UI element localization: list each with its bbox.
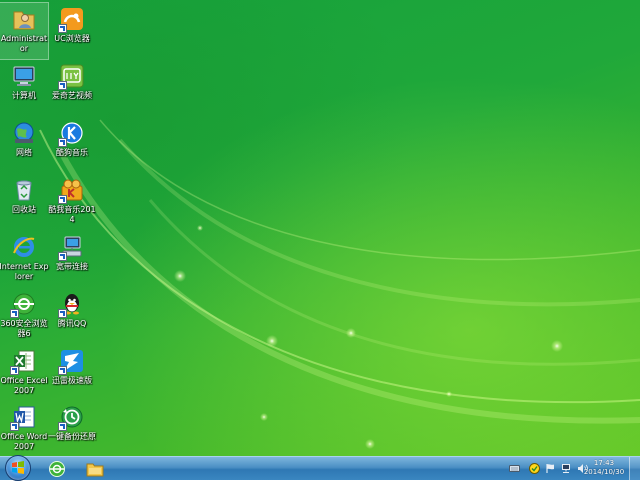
desktop-icon-backup-restore[interactable]: 一键备份还原 xyxy=(48,401,96,456)
desktop-icon-broadband[interactable]: 宽带连接 xyxy=(48,231,96,287)
desktop-icon-label: 一键备份还原 xyxy=(48,432,96,441)
kuwo-icon xyxy=(58,177,85,204)
desktop-icon-label: 回收站 xyxy=(12,205,36,214)
tray-360-guard[interactable] xyxy=(529,462,540,474)
computer-icon xyxy=(11,63,37,89)
desktop-icon-label: Office Word 2007 xyxy=(0,432,48,451)
excel-icon xyxy=(10,348,37,375)
desktop-icon-administrator[interactable]: Administrator xyxy=(0,2,49,60)
iqiyi-icon xyxy=(58,63,85,90)
clock-time: 17:43 xyxy=(593,459,615,467)
desktop-icon-label: UC浏览器 xyxy=(54,34,90,43)
taskbar-pinned-360-browser[interactable] xyxy=(40,458,74,479)
360-browser-icon xyxy=(10,291,37,318)
taskbar: 17:43 2014/10/30 xyxy=(0,455,640,481)
desktop-icon-network[interactable]: 网络 xyxy=(0,117,48,173)
desktop-icon-label: 腾讯QQ xyxy=(57,319,87,328)
wallpaper-swirl xyxy=(39,119,640,449)
desktop-icon-computer[interactable]: 计算机 xyxy=(0,60,48,116)
shortcut-arrow-icon xyxy=(58,24,67,33)
shortcut-arrow-icon xyxy=(10,422,19,431)
tray-keyboard[interactable] xyxy=(509,463,520,474)
desktop-icon-qq[interactable]: 腾讯QQ xyxy=(48,288,96,344)
network-icon xyxy=(11,120,37,146)
desktop-icon-kuwo[interactable]: 酷我音乐2014 xyxy=(48,174,96,230)
desktop-icon-label: 爱奇艺视频 xyxy=(52,91,92,100)
backup-restore-icon xyxy=(58,404,85,431)
tray-flag[interactable] xyxy=(545,463,556,474)
desktop-icon-label: 360安全浏览器6 xyxy=(0,319,48,338)
desktop-icon-recycle-bin[interactable]: 回收站 xyxy=(0,174,48,230)
internet-explorer-icon xyxy=(11,234,37,260)
show-desktop-button[interactable] xyxy=(629,457,640,480)
desktop-icon-thunder[interactable]: 迅雷极速版 xyxy=(48,345,96,401)
thunder-icon xyxy=(58,348,85,375)
360-guard-icon xyxy=(529,462,540,474)
qq-icon xyxy=(58,291,85,318)
desktop-icon-label: 酷我音乐2014 xyxy=(48,205,96,224)
taskbar-pinned-file-explorer[interactable] xyxy=(78,458,112,479)
desktop-icon-excel[interactable]: Office Excel 2007 xyxy=(0,345,48,401)
360-browser-icon xyxy=(49,460,65,477)
clock-date: 2014/10/30 xyxy=(583,468,625,476)
broadband-icon xyxy=(58,234,85,261)
desktop-icon-label: Administrator xyxy=(0,34,48,53)
flag-icon xyxy=(546,463,554,473)
keyboard-icon xyxy=(509,464,520,472)
start-button[interactable] xyxy=(5,455,31,481)
desktop-icon-uc-browser[interactable]: UC浏览器 xyxy=(48,3,96,59)
kugou-icon xyxy=(58,120,85,147)
shortcut-arrow-icon xyxy=(10,309,19,318)
desktop-icon-kugou[interactable]: 酷狗音乐 xyxy=(48,117,96,173)
desktop-icon-word[interactable]: Office Word 2007 xyxy=(0,401,48,456)
desktop-icon-label: 迅雷极速版 xyxy=(52,376,92,385)
shortcut-arrow-icon xyxy=(58,309,67,318)
tray-network[interactable] xyxy=(561,463,572,474)
desktop-icon-iqiyi[interactable]: 爱奇艺视频 xyxy=(48,60,96,116)
recycle-bin-icon xyxy=(11,177,37,203)
shortcut-arrow-icon xyxy=(58,138,67,147)
windows-logo-icon xyxy=(12,461,24,474)
system-tray xyxy=(504,461,588,475)
uc-browser-icon xyxy=(58,6,85,33)
desktop-icon-label: 网络 xyxy=(16,148,32,157)
network-tray-icon xyxy=(562,463,570,473)
shortcut-arrow-icon xyxy=(58,366,67,375)
shortcut-arrow-icon xyxy=(58,422,67,431)
user-folder-icon xyxy=(11,6,37,32)
desktop-icon-label: Internet Explorer xyxy=(0,262,49,281)
desktop-icon-label: 酷狗音乐 xyxy=(56,148,88,157)
desktop-icon-label: Office Excel 2007 xyxy=(0,376,48,395)
shortcut-arrow-icon xyxy=(10,366,19,375)
desktop-icon-internet-explorer[interactable]: Internet Explorer xyxy=(0,231,49,287)
word-icon xyxy=(10,404,37,431)
shortcut-arrow-icon xyxy=(58,195,67,204)
shortcut-arrow-icon xyxy=(58,252,67,261)
shortcut-arrow-icon xyxy=(58,81,67,90)
desktop[interactable]: Administrator 计算机 网络 回收站 Internet Explor… xyxy=(0,0,640,456)
desktop-icon-360-browser[interactable]: 360安全浏览器6 xyxy=(0,288,48,344)
desktop-icon-label: 计算机 xyxy=(12,91,36,100)
file-explorer-icon xyxy=(86,463,104,476)
taskbar-clock[interactable]: 17:43 2014/10/30 xyxy=(582,459,626,477)
desktop-icon-label: 宽带连接 xyxy=(56,262,88,271)
